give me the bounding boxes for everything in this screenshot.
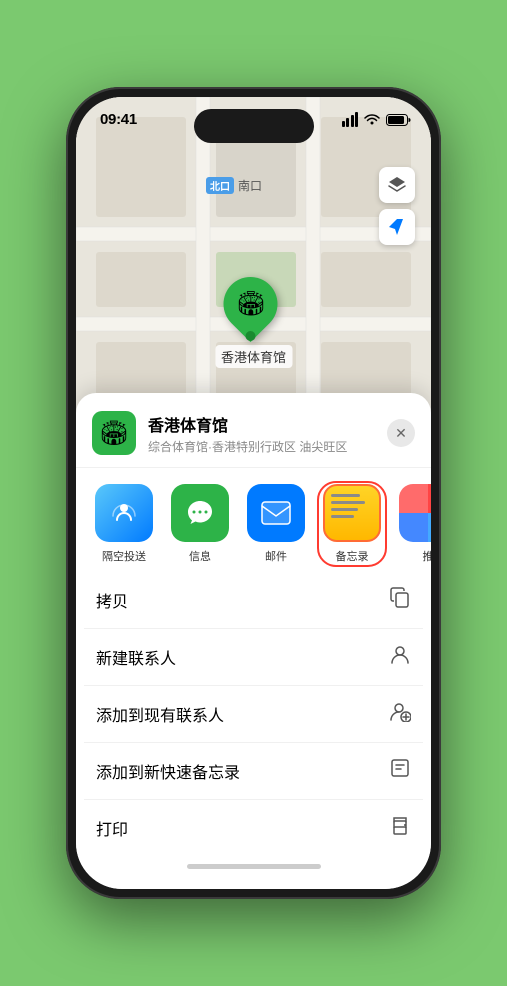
notes-inner xyxy=(325,486,379,540)
mail-label: 邮件 xyxy=(265,548,287,564)
action-quick-note[interactable]: 添加到新快速备忘录 xyxy=(84,743,423,800)
notes-label: 备忘录 xyxy=(336,548,369,564)
signal-bars xyxy=(342,112,359,127)
copy-icon xyxy=(389,586,411,614)
wifi-icon xyxy=(364,114,380,126)
map-controls xyxy=(379,167,415,245)
map-layers-button[interactable] xyxy=(379,167,415,203)
layers-icon xyxy=(387,175,407,195)
north-text: 南口 xyxy=(238,177,262,194)
status-time: 09:41 xyxy=(100,111,137,128)
home-indicator xyxy=(187,864,321,869)
action-copy-label: 拷贝 xyxy=(96,588,128,612)
action-quick-note-label: 添加到新快速备忘录 xyxy=(96,759,240,783)
venue-pin-label: 香港体育馆 xyxy=(215,345,292,368)
action-copy[interactable]: 拷贝 xyxy=(84,572,423,629)
notes-icon xyxy=(323,484,381,542)
venue-icon: 🏟 xyxy=(92,411,136,455)
share-row: 隔空投送 信息 xyxy=(76,468,431,572)
status-icons xyxy=(342,112,412,127)
map-north-label: 北口 南口 xyxy=(206,177,262,194)
airdrop-label: 隔空投送 xyxy=(102,548,146,564)
action-new-contact-label: 新建联系人 xyxy=(96,645,176,669)
messages-svg xyxy=(184,498,216,528)
airdrop-icon xyxy=(95,484,153,542)
battery-icon xyxy=(386,114,411,126)
action-list: 拷贝 新建联系人 xyxy=(76,572,431,856)
share-item-mail[interactable]: 邮件 xyxy=(244,484,308,564)
dynamic-island xyxy=(194,109,314,143)
sheet-header: 🏟 香港体育馆 综合体育馆·香港特别行政区 油尖旺区 ✕ xyxy=(76,393,431,468)
venue-name: 香港体育馆 xyxy=(148,412,375,436)
share-item-messages[interactable]: 信息 xyxy=(168,484,232,564)
messages-icon xyxy=(171,484,229,542)
phone-screen: 09:41 xyxy=(76,97,431,889)
phone-frame: 09:41 xyxy=(66,87,441,899)
bottom-sheet: 🏟 香港体育馆 综合体育馆·香港特别行政区 油尖旺区 ✕ xyxy=(76,393,431,889)
note-icon xyxy=(389,757,411,785)
person-icon xyxy=(389,643,411,671)
home-indicator-area xyxy=(76,856,431,869)
more-icon xyxy=(399,484,431,542)
location-pin: 🏟 香港体育馆 xyxy=(215,277,292,368)
venue-subtitle: 综合体育馆·香港特别行政区 油尖旺区 xyxy=(148,438,375,455)
mail-icon xyxy=(247,484,305,542)
action-add-contact-label: 添加到现有联系人 xyxy=(96,702,224,726)
person-add-icon xyxy=(389,700,411,728)
more-label: 推 xyxy=(423,548,432,564)
print-icon xyxy=(389,814,411,842)
share-item-airdrop[interactable]: 隔空投送 xyxy=(92,484,156,564)
venue-info: 香港体育馆 综合体育馆·香港特别行政区 油尖旺区 xyxy=(148,412,375,455)
share-item-notes[interactable]: 备忘录 xyxy=(320,484,384,564)
action-new-contact[interactable]: 新建联系人 xyxy=(84,629,423,686)
close-button[interactable]: ✕ xyxy=(387,419,415,447)
north-badge: 北口 xyxy=(206,177,234,194)
mail-svg xyxy=(260,500,292,526)
messages-label: 信息 xyxy=(189,548,211,564)
location-button[interactable] xyxy=(379,209,415,245)
action-print[interactable]: 打印 xyxy=(84,800,423,856)
action-print-label: 打印 xyxy=(96,816,128,840)
airdrop-svg xyxy=(109,498,139,528)
location-arrow-icon xyxy=(388,218,406,236)
action-add-contact[interactable]: 添加到现有联系人 xyxy=(84,686,423,743)
share-item-more[interactable]: 推 xyxy=(396,484,431,564)
